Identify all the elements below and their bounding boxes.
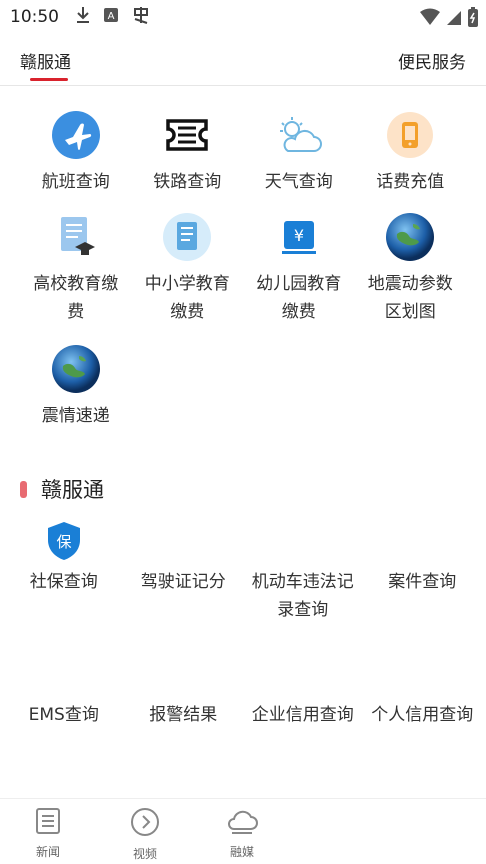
nav-label: 融媒 xyxy=(229,845,254,859)
school-icon xyxy=(162,212,212,262)
section-title: 赣服通 xyxy=(41,478,104,502)
nav-news[interactable]: 新闻 xyxy=(18,807,78,860)
earth-icon xyxy=(51,344,101,394)
gov-service-label: 个人信用查询 xyxy=(371,705,474,725)
gov-service-police-result[interactable]: 报警结果 xyxy=(124,701,244,729)
nav-label: 新闻 xyxy=(35,845,60,859)
cloud-icon xyxy=(226,807,258,839)
gov-service-vehicle-violation[interactable]: 机动车违法记录查询 xyxy=(243,520,363,624)
status-time: 10:50 xyxy=(10,7,59,27)
gov-service-enterprise-credit[interactable]: 企业信用查询 xyxy=(243,701,363,729)
notification-icon xyxy=(131,5,151,29)
service-label: 铁路查询 xyxy=(153,172,222,192)
gov-service-label: 驾驶证记分 xyxy=(140,572,226,592)
wifi-icon xyxy=(420,8,440,30)
gov-service-row-2: EMS查询 报警结果 企业信用查询 个人信用查询 xyxy=(4,701,482,729)
service-railway[interactable]: 铁路查询 xyxy=(132,110,244,196)
gov-service-social-security[interactable]: 保 社保查询 xyxy=(4,520,124,624)
kindergarten-icon: ¥ xyxy=(274,212,324,262)
gov-service-label: 机动车违法记录查询 xyxy=(251,572,354,620)
university-icon xyxy=(51,212,101,262)
service-grid-row-1: 航班查询 铁路查询 天气查询 话费充值 xyxy=(20,110,466,196)
nav-video[interactable]: 视频 xyxy=(115,807,175,862)
shield-insurance-icon: 保 xyxy=(45,520,83,562)
status-right xyxy=(420,7,478,31)
signal-icon xyxy=(446,8,462,30)
phone-recharge-icon xyxy=(385,110,435,160)
service-label: 航班查询 xyxy=(41,172,110,192)
service-label: 幼儿园教育缴费 xyxy=(256,274,342,322)
active-tab-indicator xyxy=(30,78,68,81)
gov-service-personal-credit[interactable]: 个人信用查询 xyxy=(363,701,483,729)
gov-service-license-points[interactable]: 驾驶证记分 xyxy=(124,520,244,624)
gov-service-label: 报警结果 xyxy=(149,705,218,725)
gov-service-row-1: 保 社保查询 驾驶证记分 机动车违法记录查询 案件查询 xyxy=(4,520,482,624)
app-a-icon: A xyxy=(103,7,119,27)
service-school-fee[interactable]: 中小学教育缴费 xyxy=(132,212,244,326)
service-label: 话费充值 xyxy=(376,172,445,192)
section-header: 赣服通 xyxy=(20,474,104,504)
gov-service-case-query[interactable]: 案件查询 xyxy=(363,520,483,624)
service-flight[interactable]: 航班查询 xyxy=(20,110,132,196)
earth-icon xyxy=(385,212,435,262)
gov-service-label: 社保查询 xyxy=(29,572,98,592)
service-grid-row-2: 高校教育缴费 中小学教育缴费 ¥ 幼儿园教育缴费 地震动参数区划图 xyxy=(20,212,466,326)
train-ticket-icon xyxy=(162,110,212,160)
bottom-nav: 新闻 视频 融媒 xyxy=(0,798,486,864)
service-label: 天气查询 xyxy=(264,172,333,192)
tab-bar: 赣服通 便民服务 xyxy=(0,34,486,86)
video-icon xyxy=(130,807,160,841)
tab-convenience-services[interactable]: 便民服务 xyxy=(398,48,466,73)
service-label: 高校教育缴费 xyxy=(33,274,119,322)
service-kindergarten-fee[interactable]: ¥ 幼儿园教育缴费 xyxy=(243,212,355,326)
nav-label: 视频 xyxy=(132,847,157,861)
service-recharge[interactable]: 话费充值 xyxy=(355,110,467,196)
service-weather[interactable]: 天气查询 xyxy=(243,110,355,196)
service-grid-row-3: 震情速递 xyxy=(20,344,466,430)
gov-service-label: 企业信用查询 xyxy=(251,705,354,725)
download-icon xyxy=(75,6,91,28)
airplane-icon xyxy=(51,110,101,160)
gov-service-label: 案件查询 xyxy=(388,572,457,592)
service-seismic-map[interactable]: 地震动参数区划图 xyxy=(355,212,467,326)
gov-service-ems[interactable]: EMS查询 xyxy=(4,701,124,729)
service-label: 中小学教育缴费 xyxy=(144,274,230,322)
svg-text:保: 保 xyxy=(56,533,71,551)
service-earthquake-news[interactable]: 震情速递 xyxy=(20,344,132,430)
nav-media[interactable]: 融媒 xyxy=(212,807,272,860)
svg-text:¥: ¥ xyxy=(294,226,304,245)
battery-icon xyxy=(468,7,478,31)
gov-service-label: EMS查询 xyxy=(28,705,99,725)
status-bar: 10:50 A xyxy=(0,0,486,34)
service-label: 地震动参数区划图 xyxy=(367,274,453,322)
news-icon xyxy=(34,807,62,839)
section-marker xyxy=(20,480,27,498)
service-label: 震情速递 xyxy=(41,406,110,426)
svg-text:A: A xyxy=(108,11,115,22)
weather-icon xyxy=(274,110,324,160)
tab-ganfutong[interactable]: 赣服通 xyxy=(20,48,71,73)
service-university-fee[interactable]: 高校教育缴费 xyxy=(20,212,132,326)
